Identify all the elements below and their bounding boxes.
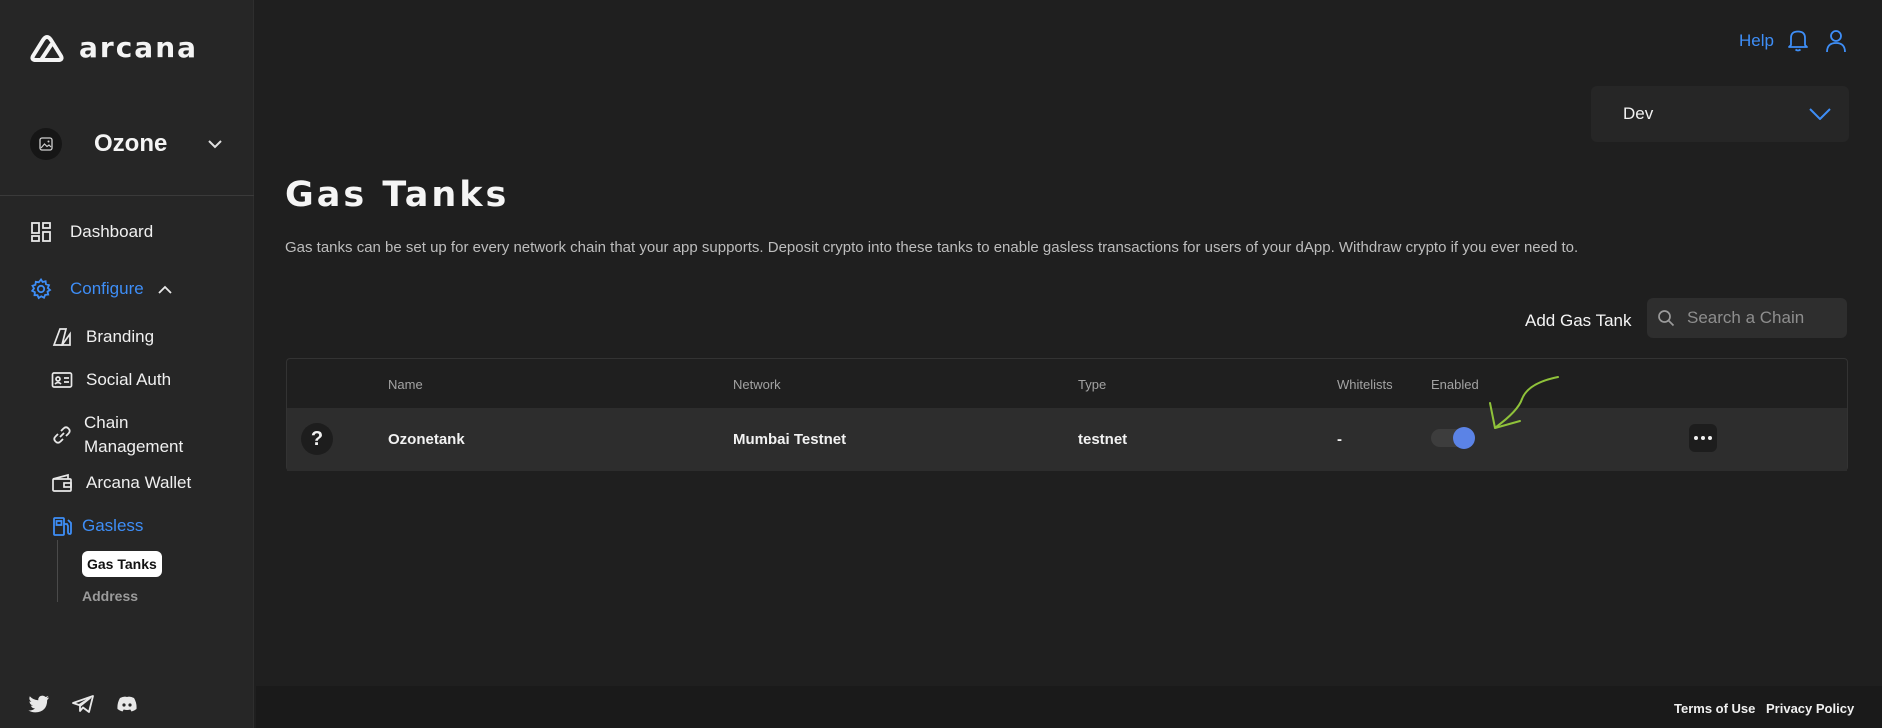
sidebar-item-label: Gasless (82, 516, 144, 535)
chain-unknown-icon: ? (301, 423, 333, 455)
environment-value: Dev (1623, 104, 1654, 123)
wallet-icon (50, 471, 74, 495)
chevron-down-icon[interactable] (208, 139, 222, 149)
sidebar-item-configure[interactable]: Configure (29, 277, 172, 301)
dot (1694, 436, 1698, 440)
sidebar-item-social-auth[interactable]: Social Auth (50, 368, 171, 392)
table-row[interactable]: ? Ozonetank Mumbai Testnet testnet - (287, 408, 1847, 471)
dashboard-icon (29, 220, 53, 244)
gas-pump-icon (50, 514, 74, 538)
column-header-whitelists[interactable]: Whitelists (1337, 377, 1393, 392)
page-description: Gas tanks can be set up for every networ… (285, 239, 1579, 256)
sidebar-item-label: Chain (84, 413, 129, 432)
help-link[interactable]: Help (1739, 31, 1774, 51)
enabled-toggle[interactable] (1431, 427, 1475, 449)
search-box[interactable] (1647, 298, 1847, 338)
subnav-item-address[interactable]: Address (82, 588, 138, 604)
app-selector[interactable]: Ozone (30, 127, 226, 161)
social-links (28, 695, 138, 713)
arcana-logo-icon (30, 34, 64, 62)
column-header-type[interactable]: Type (1078, 377, 1106, 392)
arcana-logo[interactable]: arcana (29, 31, 198, 64)
link-icon (50, 423, 74, 447)
column-header-network[interactable]: Network (733, 377, 781, 392)
chevron-up-icon (158, 285, 172, 294)
tank-type: testnet (1078, 431, 1128, 448)
column-header-enabled[interactable]: Enabled (1431, 377, 1479, 392)
sidebar-item-label: Arcana Wallet (86, 473, 192, 492)
sidebar-divider (0, 195, 254, 196)
dot (1701, 436, 1705, 440)
sidebar: arcana Ozone Dashboard Configure Brandin… (0, 0, 254, 728)
bell-icon[interactable] (1787, 28, 1809, 52)
sidebar-item-label: Dashboard (70, 222, 154, 241)
app-avatar (30, 128, 62, 160)
sidebar-item-label: Configure (70, 279, 144, 298)
sidebar-item-dashboard[interactable]: Dashboard (29, 220, 153, 244)
search-icon (1658, 310, 1675, 327)
brand-name: arcana (79, 31, 199, 64)
user-icon[interactable] (1825, 29, 1847, 53)
annotation-arrow-icon (1489, 376, 1559, 429)
sidebar-item-branding[interactable]: Branding (50, 325, 154, 349)
app-name: Ozone (94, 130, 168, 157)
tank-name: Ozonetank (388, 431, 465, 448)
toggle-knob (1453, 427, 1475, 449)
privacy-policy-link[interactable]: Privacy Policy (1766, 701, 1854, 716)
sidebar-item-label: Branding (86, 327, 155, 346)
telegram-icon[interactable] (72, 695, 94, 713)
search-input[interactable] (1687, 308, 1837, 328)
chevron-down-icon (1809, 108, 1831, 120)
page-title: Gas Tanks (285, 175, 510, 215)
add-gas-tank-button[interactable]: Add Gas Tank (1525, 311, 1631, 331)
subnav-rail (57, 540, 58, 602)
dot (1708, 436, 1712, 440)
gas-tanks-table: Name Network Type Whitelists Enabled ? O… (286, 358, 1848, 471)
terms-of-use-link[interactable]: Terms of Use (1674, 701, 1755, 716)
subnav-item-gas-tanks[interactable]: Gas Tanks (82, 551, 162, 577)
sidebar-item-arcana-wallet[interactable]: Arcana Wallet (50, 471, 191, 495)
brush-icon (50, 325, 74, 349)
sidebar-item-gasless[interactable]: Gasless (50, 514, 143, 538)
sidebar-item-label-block: Chain Management (84, 411, 183, 459)
table-header: Name Network Type Whitelists Enabled (287, 359, 1847, 408)
twitter-icon[interactable] (28, 695, 50, 713)
id-card-icon (50, 368, 74, 392)
sidebar-item-label: Social Auth (86, 370, 172, 389)
image-placeholder-icon (39, 137, 53, 151)
environment-select[interactable]: Dev (1591, 86, 1849, 142)
gear-icon (29, 277, 53, 301)
tank-whitelists: - (1337, 431, 1342, 448)
more-actions-button[interactable] (1689, 424, 1717, 452)
sidebar-item-chain-management[interactable]: Chain Management (50, 411, 183, 459)
discord-icon[interactable] (116, 695, 138, 713)
tank-network: Mumbai Testnet (733, 431, 847, 448)
sidebar-item-label-line2: Management (84, 437, 184, 456)
column-header-name[interactable]: Name (388, 377, 423, 392)
footer: Terms of Use Privacy Policy (256, 686, 1882, 728)
